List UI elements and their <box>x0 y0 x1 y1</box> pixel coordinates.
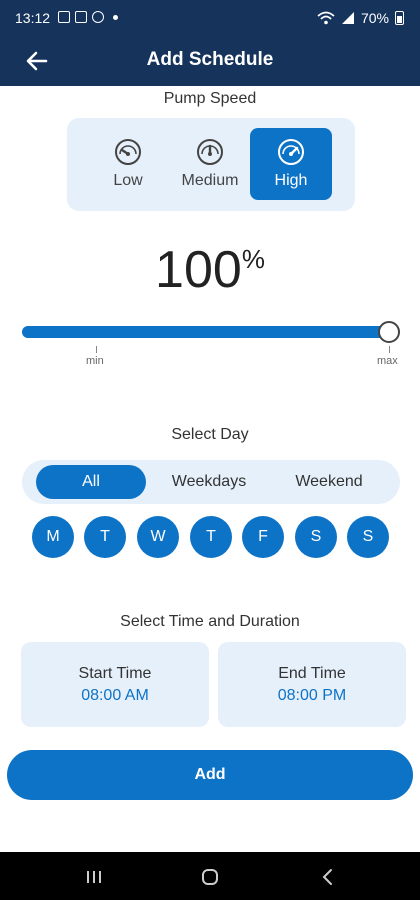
status-bar: 13:12 70% <box>0 0 420 36</box>
speed-option-label: High <box>274 172 308 189</box>
speed-option-high[interactable]: High <box>250 128 332 200</box>
day-button-sunday[interactable]: S <box>347 516 389 558</box>
status-notification-icons <box>58 11 118 23</box>
speed-option-medium[interactable]: Medium <box>169 128 251 200</box>
gauge-medium-icon <box>197 139 223 165</box>
slider-thumb[interactable] <box>378 321 400 343</box>
select-time-label: Select Time and Duration <box>120 613 300 630</box>
gauge-high-icon <box>278 139 304 165</box>
home-button[interactable] <box>195 866 225 888</box>
pump-speed-percent: 100% <box>0 240 420 300</box>
slider-max-label: max <box>377 355 398 367</box>
day-option-all[interactable]: All <box>36 465 146 499</box>
start-time-card[interactable]: Start Time 08:00 AM <box>21 642 209 727</box>
status-time: 13:12 <box>15 10 51 26</box>
back-chevron-icon <box>322 869 332 885</box>
percent-unit: % <box>241 244 265 274</box>
app-bar: Add Schedule <box>0 36 420 86</box>
recent-apps-icon <box>87 871 101 883</box>
end-time-value: 08:00 PM <box>277 687 347 704</box>
page-title: Add Schedule <box>146 49 274 70</box>
gauge-low-icon <box>115 139 141 165</box>
signal-icon <box>341 12 354 24</box>
image-icon <box>58 11 70 23</box>
day-button-thursday[interactable]: T <box>190 516 232 558</box>
day-button-saturday[interactable]: S <box>295 516 337 558</box>
dot-icon <box>113 14 118 20</box>
status-system-icons: 70% <box>317 10 404 26</box>
pump-speed-selector: Low Medium High <box>67 118 355 211</box>
recent-apps-button[interactable] <box>79 866 109 888</box>
nav-back-button[interactable] <box>313 866 343 888</box>
system-nav-bar <box>0 852 420 900</box>
day-button-friday[interactable]: F <box>242 516 284 558</box>
slider-min-label: min <box>86 355 104 367</box>
battery-text: 70% <box>360 10 389 26</box>
day-option-weekend[interactable]: Weekend <box>274 465 384 499</box>
speed-option-label: Low <box>113 172 143 189</box>
start-time-value: 08:00 AM <box>81 687 149 704</box>
day-option-weekdays[interactable]: Weekdays <box>154 465 264 499</box>
slider-min-tick <box>96 346 97 353</box>
speed-option-label: Medium <box>181 172 239 189</box>
check-box-icon <box>75 11 87 23</box>
start-time-label: Start Time <box>78 665 152 682</box>
select-day-label: Select Day <box>171 426 249 443</box>
percent-value: 100 <box>155 241 242 299</box>
day-button-tuesday[interactable]: T <box>84 516 126 558</box>
settings-snowflake-icon <box>92 11 104 23</box>
slider-max-tick <box>389 346 390 353</box>
end-time-card[interactable]: End Time 08:00 PM <box>218 642 406 727</box>
end-time-label: End Time <box>278 665 346 682</box>
home-icon <box>202 869 218 885</box>
add-button[interactable]: Add <box>7 750 413 800</box>
day-button-monday[interactable]: M <box>32 516 74 558</box>
wifi-icon <box>317 11 335 25</box>
speed-option-low[interactable]: Low <box>87 128 169 200</box>
pump-speed-slider[interactable] <box>22 321 400 343</box>
day-button-wednesday[interactable]: W <box>137 516 179 558</box>
day-type-toggle: All Weekdays Weekend <box>22 460 400 504</box>
battery-icon <box>395 11 404 25</box>
pump-speed-label: Pump Speed <box>163 90 257 107</box>
slider-fill <box>22 326 389 338</box>
